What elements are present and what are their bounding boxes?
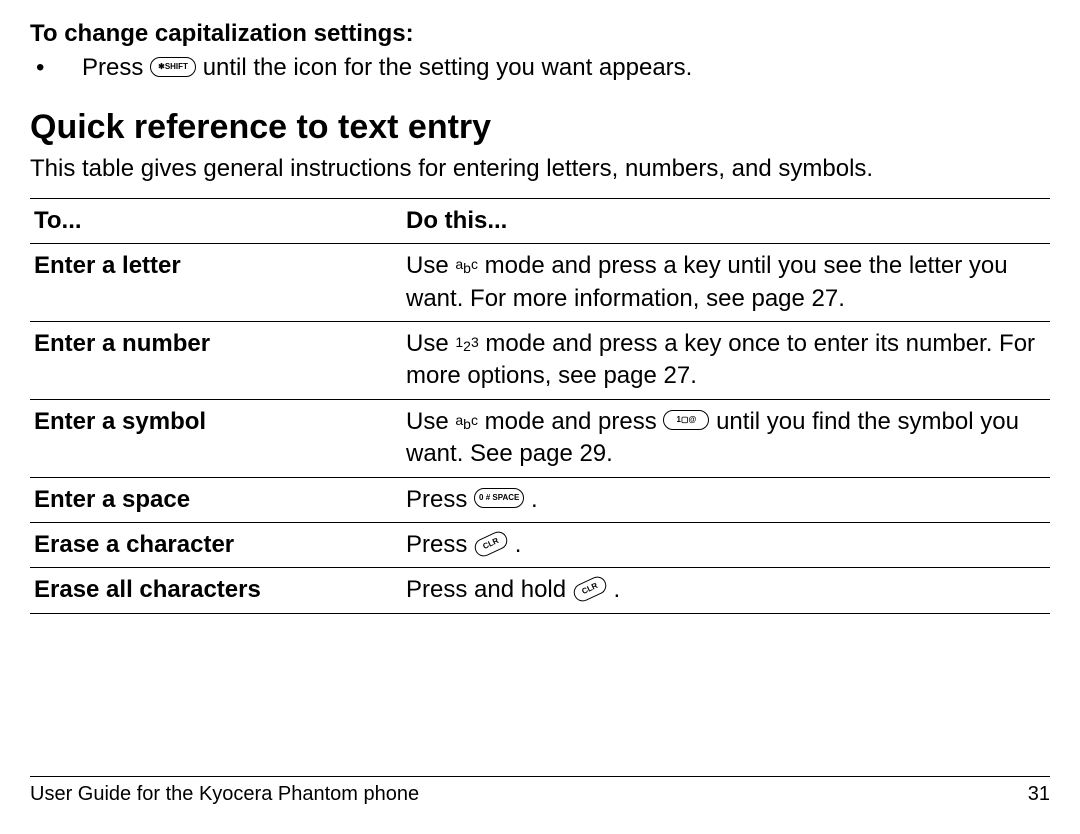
do-prefix: Press xyxy=(406,486,474,513)
to-cell: Enter a number xyxy=(30,321,402,399)
do-cell: Use 123 mode and press a key once to ent… xyxy=(402,321,1050,399)
table-row: Enter a letter Use abc mode and press a … xyxy=(30,244,1050,322)
capitalization-heading: To change capitalization settings: xyxy=(30,20,1050,48)
abc-mode-icon: abc xyxy=(455,414,478,430)
table-row: Erase all characters Press and hold CLR … xyxy=(30,568,1050,613)
capitalization-bullet: • Press ✱SHIFT until the icon for the se… xyxy=(30,52,1050,84)
table-row: Enter a symbol Use abc mode and press 1▢… xyxy=(30,399,1050,477)
header-to: To... xyxy=(30,198,402,243)
quickref-table: To... Do this... Enter a letter Use abc … xyxy=(30,198,1050,614)
bullet-prefix: Press xyxy=(82,54,150,81)
to-cell: Erase all characters xyxy=(30,568,402,613)
quickref-intro: This table gives general instructions fo… xyxy=(30,153,1050,185)
do-cell: Press and hold CLR . xyxy=(402,568,1050,613)
123-mode-icon: 123 xyxy=(455,336,478,352)
one-key-icon: 1▢@ xyxy=(663,410,709,430)
bullet-suffix: until the icon for the setting you want … xyxy=(203,54,693,81)
do-cell: Use abc mode and press 1▢@ until you fin… xyxy=(402,399,1050,477)
do-cell: Press CLR . xyxy=(402,522,1050,567)
to-cell: Enter a symbol xyxy=(30,399,402,477)
clr-key-icon: CLR xyxy=(571,574,609,605)
to-cell: Erase a character xyxy=(30,522,402,567)
shift-key-icon: ✱SHIFT xyxy=(150,57,196,77)
table-row: Enter a number Use 123 mode and press a … xyxy=(30,321,1050,399)
do-suffix: mode and press a key once to enter its n… xyxy=(406,330,1035,389)
do-prefix: Use xyxy=(406,408,455,435)
table-row: Enter a space Press 0 # SPACE . xyxy=(30,477,1050,522)
do-suffix: . xyxy=(613,576,620,603)
to-cell: Enter a space xyxy=(30,477,402,522)
do-suffix: mode and press a key until you see the l… xyxy=(406,252,1008,311)
footer-page-number: 31 xyxy=(1028,783,1050,806)
bullet-icon: • xyxy=(30,52,82,84)
do-prefix: Press xyxy=(406,531,474,558)
do-cell: Press 0 # SPACE . xyxy=(402,477,1050,522)
do-prefix: Press and hold xyxy=(406,576,573,603)
abc-mode-icon: abc xyxy=(455,258,478,274)
do-prefix: Use xyxy=(406,252,455,279)
do-mid: mode and press xyxy=(485,408,664,435)
do-suffix: . xyxy=(515,531,522,558)
to-cell: Enter a letter xyxy=(30,244,402,322)
footer-title: User Guide for the Kyocera Phantom phone xyxy=(30,783,419,806)
space-key-icon: 0 # SPACE xyxy=(474,488,524,508)
table-header-row: To... Do this... xyxy=(30,198,1050,243)
do-cell: Use abc mode and press a key until you s… xyxy=(402,244,1050,322)
do-suffix: . xyxy=(531,486,538,513)
do-prefix: Use xyxy=(406,330,455,357)
header-do: Do this... xyxy=(402,198,1050,243)
bullet-text: Press ✱SHIFT until the icon for the sett… xyxy=(82,52,692,84)
page-footer: User Guide for the Kyocera Phantom phone… xyxy=(30,776,1050,806)
page: To change capitalization settings: • Pre… xyxy=(0,0,1080,834)
clr-key-icon: CLR xyxy=(472,528,510,559)
quickref-heading: Quick reference to text entry xyxy=(30,108,1050,147)
table-row: Erase a character Press CLR . xyxy=(30,522,1050,567)
